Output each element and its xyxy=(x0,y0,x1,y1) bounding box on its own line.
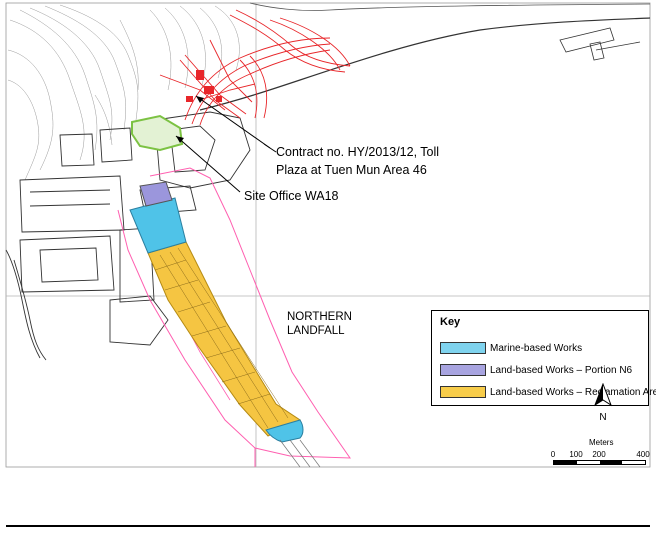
key-label-portion-n6: Land-based Works – Portion N6 xyxy=(490,364,633,376)
key-item-portion-n6: Land-based Works – Portion N6 xyxy=(440,363,632,377)
key-item-reclamation: Land-based Works – Reclamation Area xyxy=(440,385,656,399)
north-arrow-icon xyxy=(594,382,612,407)
site-office-callout: Site Office WA18 xyxy=(244,189,339,203)
key-title: Key xyxy=(440,316,461,328)
scale-bar-graphic xyxy=(553,460,646,465)
contract-callout-line1: Contract no. HY/2013/12, Toll xyxy=(276,145,440,159)
bottom-rule xyxy=(6,525,650,527)
key-item-marine: Marine-based Works xyxy=(440,341,582,355)
scale-tick: 100 xyxy=(569,450,583,459)
scale-tick: 200 xyxy=(592,450,606,459)
scale-tick: 400 xyxy=(636,450,650,459)
area-label-line1: NORTHERN xyxy=(287,311,352,323)
north-arrow: N xyxy=(588,382,618,423)
scale-bar: Meters 0 100 200 400 xyxy=(545,438,651,466)
north-letter: N xyxy=(599,412,607,423)
scale-title: Meters xyxy=(589,438,614,447)
contract-callout-line2: Plaza at Tuen Mun Area 46 xyxy=(276,163,427,177)
northern-landfall-label: NORTHERN LANDFALL xyxy=(287,310,352,338)
area-label-line2: LANDFALL xyxy=(287,325,345,337)
key-swatch-portion-n6 xyxy=(440,364,486,376)
key-swatch-reclamation xyxy=(440,386,486,398)
key-label-reclamation: Land-based Works – Reclamation Area xyxy=(490,386,656,398)
key-swatch-marine xyxy=(440,342,486,354)
scale-tick: 0 xyxy=(550,450,556,459)
key-label-marine: Marine-based Works xyxy=(490,342,583,354)
contract-callout: Contract no. HY/2013/12, Toll Plaza at T… xyxy=(276,143,496,179)
